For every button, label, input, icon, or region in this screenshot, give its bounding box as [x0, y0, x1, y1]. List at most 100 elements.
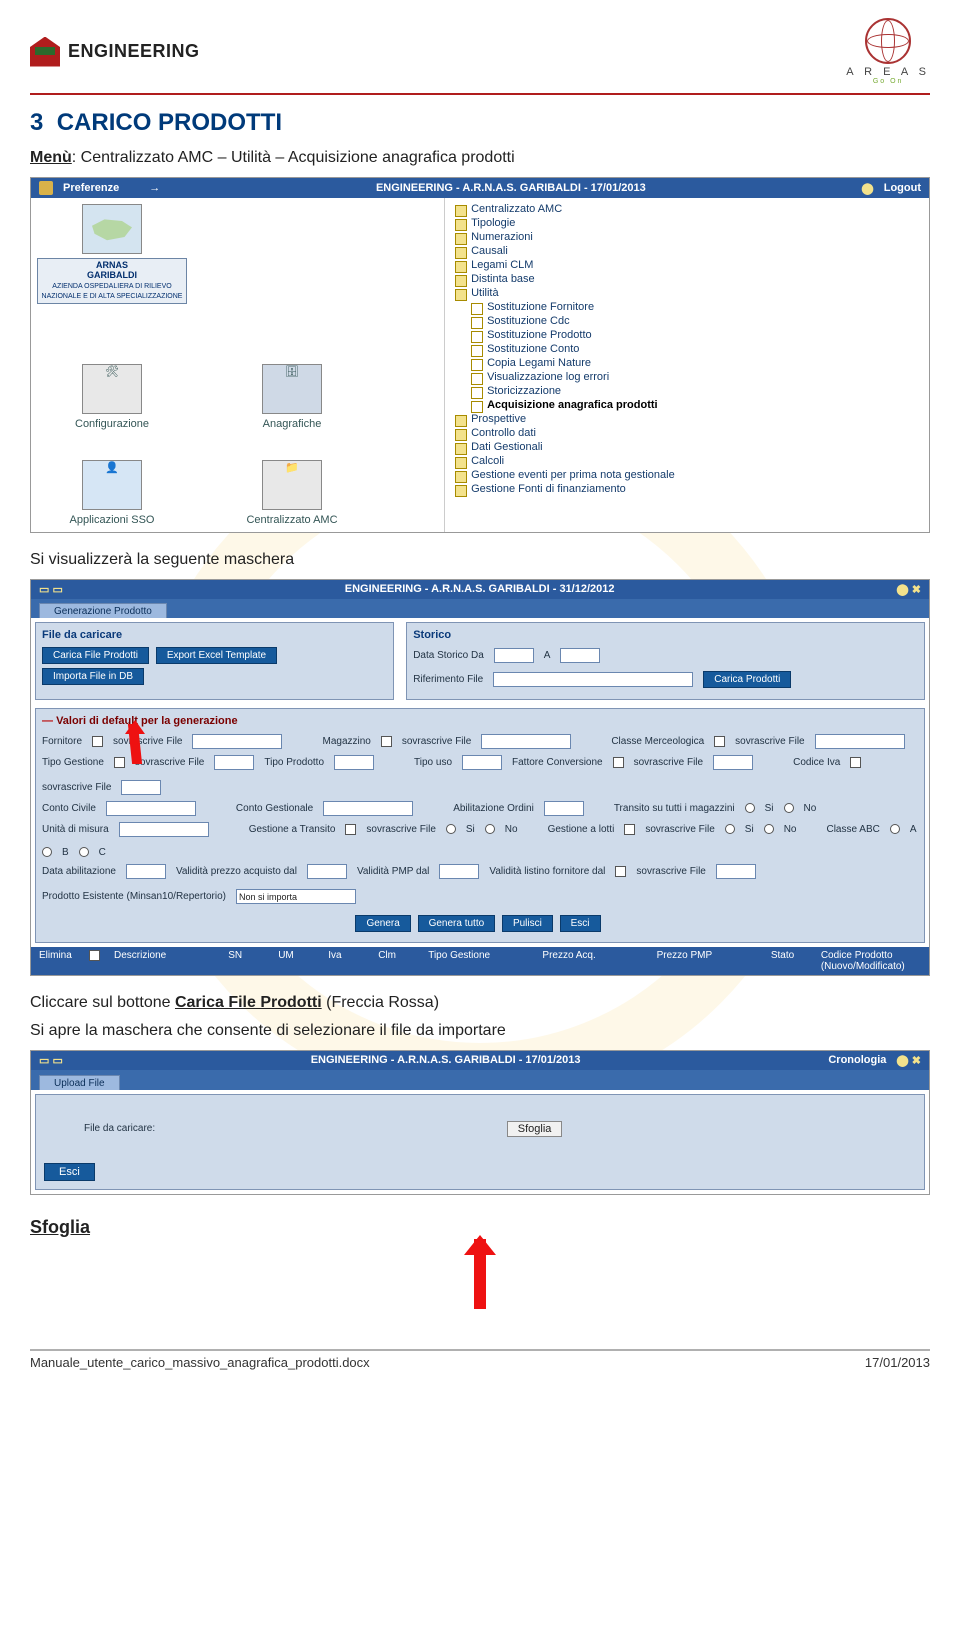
validita-prezzo-input[interactable] — [307, 864, 347, 879]
tile1-line: AZIENDA OSPEDALIERA DI RILIEVO NAZIONALE… — [42, 283, 183, 300]
tree-item[interactable]: Dati Gestionali — [451, 440, 923, 454]
gest-trans-chk[interactable] — [345, 824, 356, 835]
abc-b[interactable] — [42, 847, 52, 857]
validita-listino-chk[interactable] — [615, 866, 626, 877]
col-iva[interactable]: Iva — [328, 950, 364, 972]
lbl-data-abil: Data abilitazione — [42, 866, 116, 877]
abc-c[interactable] — [79, 847, 89, 857]
gest-trans-no[interactable] — [485, 824, 495, 834]
titlebar-logout[interactable]: Logout — [884, 182, 921, 194]
gest-lotti-si[interactable] — [725, 824, 735, 834]
pulisci-button[interactable]: Pulisci — [502, 915, 553, 932]
tree-item[interactable]: Centralizzato AMC — [451, 202, 923, 216]
tipo-uso-input[interactable] — [462, 755, 502, 770]
cronologia-link[interactable]: Cronologia — [828, 1054, 886, 1066]
tree-item[interactable]: Tipologie — [451, 216, 923, 230]
panel-defaults-title: Valori di default per la generazione — [56, 715, 238, 727]
tree-item[interactable]: Gestione eventi per prima nota gestional… — [451, 468, 923, 482]
transito-no[interactable] — [784, 803, 794, 813]
genera-tutto-button[interactable]: Genera tutto — [418, 915, 496, 932]
col-elimina-chk[interactable] — [89, 950, 100, 961]
tile-sso[interactable]: 👤 Applicazioni SSO — [37, 460, 187, 526]
tipo-gestione-input[interactable] — [214, 755, 254, 770]
tree-item[interactable]: Sostituzione Prodotto — [451, 328, 923, 342]
validita-listino-input[interactable] — [716, 864, 756, 879]
col-descrizione[interactable]: Descrizione — [114, 950, 214, 972]
gest-lotti-chk[interactable] — [624, 824, 635, 835]
tile-config[interactable]: 🛠 Configurazione — [37, 364, 187, 430]
titlebar-left[interactable]: Preferenze — [63, 182, 119, 194]
col-um[interactable]: UM — [278, 950, 314, 972]
col-elimina[interactable]: Elimina — [39, 950, 75, 972]
col-cod-prod[interactable]: Codice Prodotto (Nuovo/Modificato) — [821, 950, 921, 972]
esci-button[interactable]: Esci — [560, 915, 601, 932]
tree-item[interactable]: Legami CLM — [451, 258, 923, 272]
abilit-ordini-input[interactable] — [544, 801, 584, 816]
tile-arnas[interactable]: ARNAS GARIBALDI AZIENDA OSPEDALIERA DI R… — [37, 204, 187, 304]
data-storico-da-input[interactable] — [494, 648, 534, 663]
lbl-no2: No — [505, 824, 518, 835]
lbl-data-storico: Data Storico Da — [413, 650, 484, 661]
genera-button[interactable]: Genera — [355, 915, 410, 932]
tipo-prodotto-input[interactable] — [334, 755, 374, 770]
classe-merc-input[interactable] — [815, 734, 905, 749]
gest-lotti-no[interactable] — [764, 824, 774, 834]
tree-item[interactable]: Sostituzione Conto — [451, 342, 923, 356]
tree-item[interactable]: Storicizzazione — [451, 384, 923, 398]
prod-esist-select[interactable]: Non si importa — [236, 889, 356, 904]
tree-item[interactable]: Sostituzione Cdc — [451, 314, 923, 328]
tile-sso-label: Applicazioni SSO — [70, 514, 155, 526]
fattore-chk[interactable] — [613, 757, 624, 768]
tile-amc[interactable]: 📁 Centralizzato AMC — [217, 460, 367, 526]
col-tipo-gest[interactable]: Tipo Gestione — [428, 950, 528, 972]
tree-item[interactable]: Calcoli — [451, 454, 923, 468]
tree-item[interactable]: Numerazioni — [451, 230, 923, 244]
fattore-input[interactable] — [713, 755, 753, 770]
abc-a[interactable] — [890, 824, 900, 834]
tree-item[interactable]: Utilità — [451, 286, 923, 300]
tree-item[interactable]: Gestione Fonti di finanziamento — [451, 482, 923, 496]
fornitore-input[interactable] — [192, 734, 282, 749]
esci-button-3[interactable]: Esci — [44, 1163, 95, 1181]
sfoglia-button[interactable]: Sfoglia — [507, 1121, 563, 1137]
carica-file-prodotti-button[interactable]: Carica File Prodotti — [42, 647, 149, 664]
tree-item[interactable]: Distinta base — [451, 272, 923, 286]
carica-prodotti-button[interactable]: Carica Prodotti — [703, 671, 791, 688]
gest-trans-si[interactable] — [446, 824, 456, 834]
codice-iva-chk[interactable] — [850, 757, 861, 768]
classe-merc-chk[interactable] — [714, 736, 725, 747]
tree-item[interactable]: Causali — [451, 244, 923, 258]
tree-item[interactable]: Copia Legami Nature — [451, 356, 923, 370]
tree-item[interactable]: Prospettive — [451, 412, 923, 426]
export-template-button[interactable]: Export Excel Template — [156, 647, 277, 664]
col-clm[interactable]: Clm — [378, 950, 414, 972]
importa-db-button[interactable]: Importa File in DB — [42, 668, 144, 685]
user-icon: 👤 — [82, 460, 142, 510]
tree-item[interactable]: Visualizzazione log errori — [451, 370, 923, 384]
tree-item[interactable]: Controllo dati — [451, 426, 923, 440]
map-icon — [82, 204, 142, 254]
col-stato[interactable]: Stato — [771, 950, 807, 972]
conto-gest-input[interactable] — [323, 801, 413, 816]
validita-pmp-input[interactable] — [439, 864, 479, 879]
data-abil-input[interactable] — [126, 864, 166, 879]
col-prezzo-pmp[interactable]: Prezzo PMP — [657, 950, 757, 972]
data-storico-a-input[interactable] — [560, 648, 600, 663]
um-input[interactable] — [119, 822, 209, 837]
lbl-gest-lotti: Gestione a lotti — [548, 824, 615, 835]
tab-upload[interactable]: Upload File — [39, 1075, 120, 1090]
lbl-fornitore: Fornitore — [42, 736, 82, 747]
codice-iva-input[interactable] — [121, 780, 161, 795]
tree-item[interactable]: Sostituzione Fornitore — [451, 300, 923, 314]
tree-item-selected[interactable]: Acquisizione anagrafica prodotti — [451, 398, 923, 412]
riferimento-file-select[interactable] — [493, 672, 693, 687]
col-prezzo-acq[interactable]: Prezzo Acq. — [542, 950, 642, 972]
fornitore-chk[interactable] — [92, 736, 103, 747]
tile-anagrafiche[interactable]: 🗄 Anagrafiche — [217, 364, 367, 430]
conto-civile-input[interactable] — [106, 801, 196, 816]
transito-si[interactable] — [745, 803, 755, 813]
magazzino-input[interactable] — [481, 734, 571, 749]
tab-generazione[interactable]: Generazione Prodotto — [39, 603, 167, 618]
col-sn[interactable]: SN — [228, 950, 264, 972]
magazzino-chk[interactable] — [381, 736, 392, 747]
